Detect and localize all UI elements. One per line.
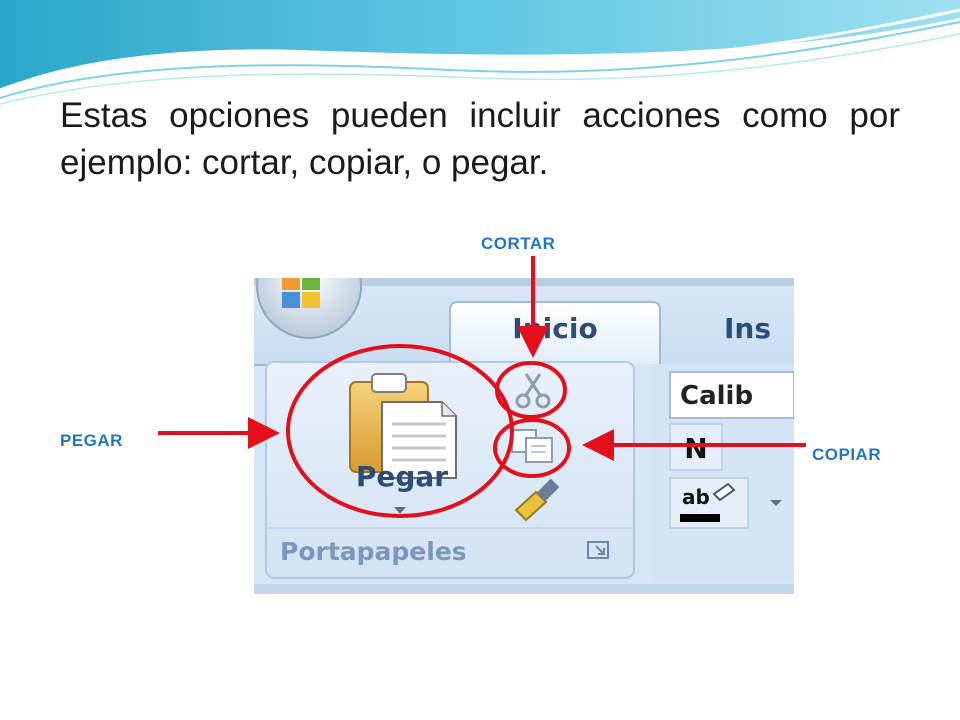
- callout-pegar: PEGAR: [60, 431, 123, 450]
- ribbon-screenshot: Inicio Ins Pegar Portapapeles Calib N ab: [254, 278, 794, 594]
- font-name-value: Calib: [680, 381, 753, 411]
- highlight-glyph: ab: [682, 485, 710, 509]
- tab-inicio-label: Inicio: [512, 312, 597, 345]
- callout-cortar: CORTAR: [481, 234, 556, 253]
- bold-glyph: N: [684, 432, 707, 465]
- clipboard-group-label: Portapapeles: [280, 537, 467, 566]
- slide-body-text: Estas opciones pueden incluir acciones c…: [60, 96, 900, 182]
- callout-copiar: COPIAR: [812, 445, 882, 464]
- office-button-icon[interactable]: [256, 278, 362, 339]
- paste-button-label[interactable]: Pegar: [356, 460, 448, 493]
- tab-insert-label[interactable]: Ins: [724, 312, 771, 345]
